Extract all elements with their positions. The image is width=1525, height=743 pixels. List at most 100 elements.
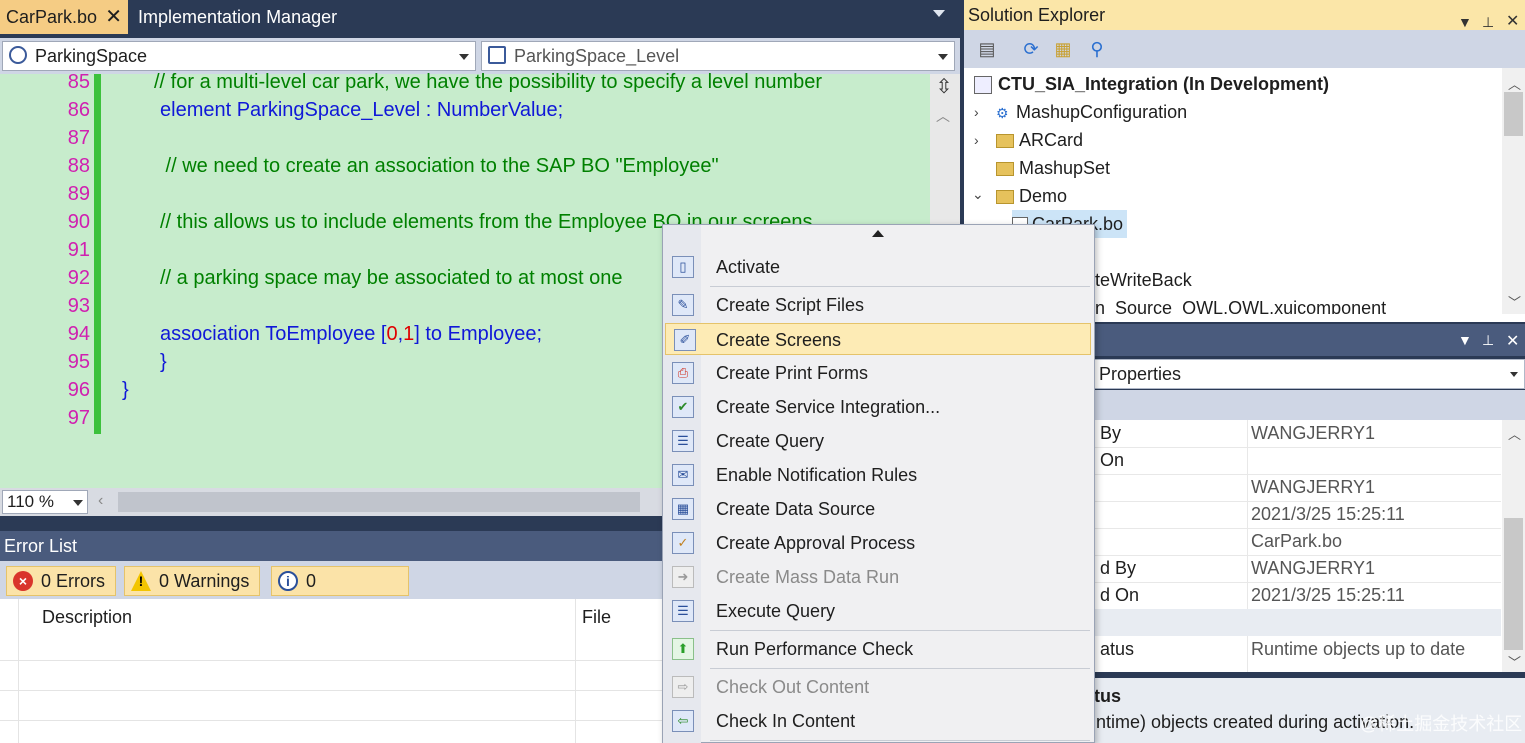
property-name: d By <box>1100 558 1137 578</box>
menu-item-create-mass-data-run[interactable]: ➜ Create Mass Data Run <box>664 561 1094 593</box>
code-token: 1 <box>403 323 415 345</box>
scroll-left-icon[interactable]: ‹ <box>98 492 103 510</box>
expand-icon[interactable]: › <box>974 104 979 120</box>
tree-item[interactable]: ARCard <box>996 126 1083 154</box>
menu-item-create-script-files[interactable]: ✎ Create Script Files <box>664 289 1094 321</box>
tree-item[interactable]: Demo <box>996 182 1067 210</box>
class-icon <box>9 46 27 64</box>
errors-filter-button[interactable]: × 0 Errors <box>6 566 116 596</box>
print-forms-icon: ⎙ <box>672 362 694 384</box>
horizontal-scroll-thumb[interactable] <box>118 492 640 512</box>
service-integration-icon: ✔ <box>672 396 694 418</box>
tree-item-label: Demo <box>1019 186 1068 206</box>
menu-item-label: Create Print Forms <box>716 363 869 383</box>
screens-icon: ✐ <box>674 329 696 351</box>
script-files-icon: ✎ <box>672 294 694 316</box>
collapse-icon[interactable]: ⌄ <box>972 186 984 203</box>
code-line[interactable]: // we need to create an association to t… <box>160 152 719 180</box>
panel-menu-icon[interactable]: ▼ <box>1458 332 1472 348</box>
tab-carpark-bo[interactable]: CarPark.bo ✕ <box>0 0 128 34</box>
menu-item-enable-notification-rules[interactable]: ✉ Enable Notification Rules <box>664 459 1094 491</box>
code-line[interactable]: element ParkingSpace_Level : NumberValue… <box>160 96 563 124</box>
menu-item-label: Create Script Files <box>716 295 865 315</box>
scroll-down-icon[interactable]: ﹀ <box>1508 652 1521 671</box>
split-window-icon[interactable]: ⇳ <box>933 76 955 98</box>
scroll-up-icon[interactable]: ︿ <box>1508 424 1521 443</box>
code-line[interactable]: // a parking space may be associated to … <box>160 264 622 292</box>
menu-item-run-performance-check[interactable]: ⬆ Run Performance Check <box>664 633 1094 665</box>
column-header-file[interactable]: File <box>582 607 611 628</box>
code-line[interactable]: } <box>160 348 167 376</box>
zoom-selector[interactable]: 110 % <box>2 490 88 514</box>
tree-item[interactable]: n_Source_OWL.OWL.xuicomponent <box>1095 294 1386 314</box>
property-value: CarPark.bo <box>1251 531 1343 551</box>
menu-item-check-out-content[interactable]: ⇨ Check Out Content <box>664 671 1094 703</box>
menu-item-create-data-source[interactable]: ▦ Create Data Source <box>664 493 1094 525</box>
tree-item[interactable]: MashupSet <box>996 154 1110 182</box>
menu-item-check-in-content[interactable]: ⇦ Check In Content <box>664 705 1094 737</box>
pin-icon[interactable]: ⊥ <box>1482 332 1494 349</box>
menu-item-create-print-forms[interactable]: ⎙ Create Print Forms <box>664 357 1094 389</box>
chevron-down-icon[interactable] <box>459 54 469 60</box>
menu-item-activate[interactable]: ▯ Activate <box>664 251 1094 283</box>
code-token: 0 <box>386 323 398 345</box>
tree-item[interactable]: ⚙ MashupConfiguration <box>996 98 1187 126</box>
menu-item-label: Create Mass Data Run <box>716 567 900 587</box>
chevron-down-icon[interactable] <box>73 500 83 506</box>
scroll-up-icon[interactable]: ︿ <box>1508 74 1521 93</box>
notification-icon: ✉ <box>672 464 694 486</box>
show-all-icon[interactable]: ▦ <box>1052 38 1074 60</box>
warnings-filter-button[interactable]: ! 0 Warnings <box>124 566 260 596</box>
scroll-thumb[interactable] <box>1504 518 1523 650</box>
properties-object-selector[interactable]: Properties <box>1094 359 1525 389</box>
tab-dropdown-icon[interactable] <box>933 10 945 17</box>
properties-selector-value: Properties <box>1099 364 1182 384</box>
menu-scroll-up-icon[interactable] <box>872 230 884 237</box>
menu-item-create-service-integration[interactable]: ✔ Create Service Integration... <box>664 391 1094 423</box>
menu-separator <box>710 286 1090 287</box>
code-line[interactable]: } <box>122 376 129 404</box>
menu-item-execute-query[interactable]: ☰ Execute Query <box>664 595 1094 627</box>
messages-filter-button[interactable]: i 0 Messages <box>271 566 409 619</box>
warning-icon: ! <box>131 571 151 591</box>
line-number: 91 <box>67 239 90 261</box>
menu-item-label: Check In Content <box>716 711 856 731</box>
close-icon[interactable]: ✕ <box>105 0 122 34</box>
member-selector[interactable]: ParkingSpace_Level <box>481 41 955 71</box>
solution-explorer-title: Solution Explorer ▼ ⊥ ✕ <box>964 0 1525 30</box>
property-value: WANGJERRY1 <box>1251 423 1376 443</box>
menu-separator <box>710 668 1090 669</box>
tab-implementation-manager[interactable]: Implementation Manager <box>132 0 372 34</box>
chevron-down-icon[interactable] <box>1510 372 1518 377</box>
change-marker-bar <box>94 74 101 434</box>
column-header-description[interactable]: Description <box>42 607 132 628</box>
tree-item[interactable]: teWriteBack <box>1095 266 1192 294</box>
line-number: 88 <box>67 155 90 177</box>
code-line[interactable]: // for a multi-level car park, we have t… <box>154 68 822 96</box>
menu-item-create-query[interactable]: ☰ Create Query <box>664 425 1094 457</box>
tree-item-label: n_Source_OWL.OWL.xuicomponent <box>1095 298 1387 314</box>
scroll-down-icon[interactable]: ﹀ <box>1508 292 1521 311</box>
grid-line <box>575 599 576 743</box>
line-number: 95 <box>67 351 90 373</box>
expand-icon[interactable]: › <box>974 132 979 148</box>
search-icon[interactable]: ⚲ <box>1086 38 1108 60</box>
properties-icon[interactable]: ▤ <box>976 38 998 60</box>
mass-data-run-icon: ➜ <box>672 566 694 588</box>
scroll-up-icon[interactable]: ︿ <box>936 106 950 126</box>
close-icon[interactable]: ✕ <box>1506 331 1519 351</box>
property-value: Runtime objects up to date <box>1251 639 1466 659</box>
line-number: 89 <box>67 183 90 205</box>
folder-icon <box>996 134 1014 149</box>
chevron-down-icon[interactable] <box>938 54 948 60</box>
code-line[interactable]: association ToEmployee [0,1] to Employee… <box>160 320 542 348</box>
tree-root[interactable]: CTU_SIA_Integration (In Development) <box>974 70 1329 98</box>
refresh-icon[interactable]: ⟳ <box>1020 38 1042 60</box>
line-number: 87 <box>67 127 90 149</box>
class-selector[interactable]: ParkingSpace <box>2 41 476 71</box>
menu-item-create-approval-process[interactable]: ✓ Create Approval Process <box>664 527 1094 559</box>
menu-item-create-screens[interactable]: ✐ Create Screens <box>665 323 1091 355</box>
panel-title: Solution Explorer <box>968 5 1106 25</box>
scroll-thumb[interactable] <box>1504 92 1523 136</box>
class-selector-value: ParkingSpace <box>35 46 148 66</box>
